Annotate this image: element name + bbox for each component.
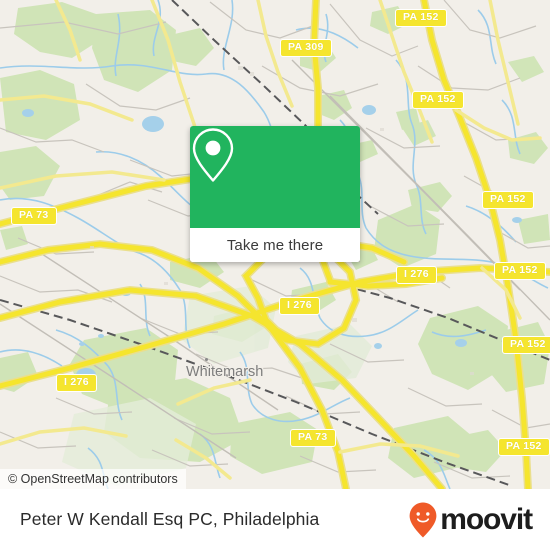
road-shield[interactable]: I 276 [279, 297, 320, 315]
location-popup-card[interactable]: Take me there [190, 126, 360, 262]
attribution-text: © OpenStreetMap contributors [8, 472, 178, 486]
popup-footer[interactable]: Take me there [190, 228, 360, 262]
take-me-there-button[interactable]: Take me there [227, 237, 323, 254]
road-shield[interactable]: PA 152 [498, 438, 550, 456]
popup-header [190, 126, 360, 228]
road-shield[interactable]: PA 73 [290, 429, 336, 447]
place-dot-whitemarsh [205, 358, 208, 361]
location-pin-icon [192, 128, 234, 182]
road-shield[interactable]: PA 152 [395, 9, 447, 27]
road-shield[interactable]: I 276 [396, 266, 437, 284]
map-canvas[interactable]: Whitemarsh PA 152 PA 309 PA 152 PA 152 P… [0, 0, 550, 489]
road-shield[interactable]: I 276 [56, 374, 97, 392]
road-shield[interactable]: PA 152 [482, 191, 534, 209]
moovit-wordmark: moovit [440, 502, 533, 536]
moovit-pin-icon [409, 502, 437, 537]
road-shield[interactable]: PA 309 [280, 39, 332, 57]
place-label-whitemarsh: Whitemarsh [186, 364, 264, 380]
road-shield[interactable]: PA 152 [502, 336, 550, 354]
road-shield[interactable]: PA 152 [412, 91, 464, 109]
road-shield[interactable]: PA 73 [11, 207, 57, 225]
map-screenshot: Whitemarsh PA 152 PA 309 PA 152 PA 152 P… [0, 0, 550, 550]
road-shield[interactable]: PA 152 [494, 262, 546, 280]
moovit-logo[interactable]: moovit [408, 501, 533, 539]
map-attribution[interactable]: © OpenStreetMap contributors [0, 469, 186, 489]
footer-bar: Peter W Kendall Esq PC, Philadelphia moo… [0, 489, 550, 550]
location-title: Peter W Kendall Esq PC, Philadelphia [20, 509, 320, 529]
